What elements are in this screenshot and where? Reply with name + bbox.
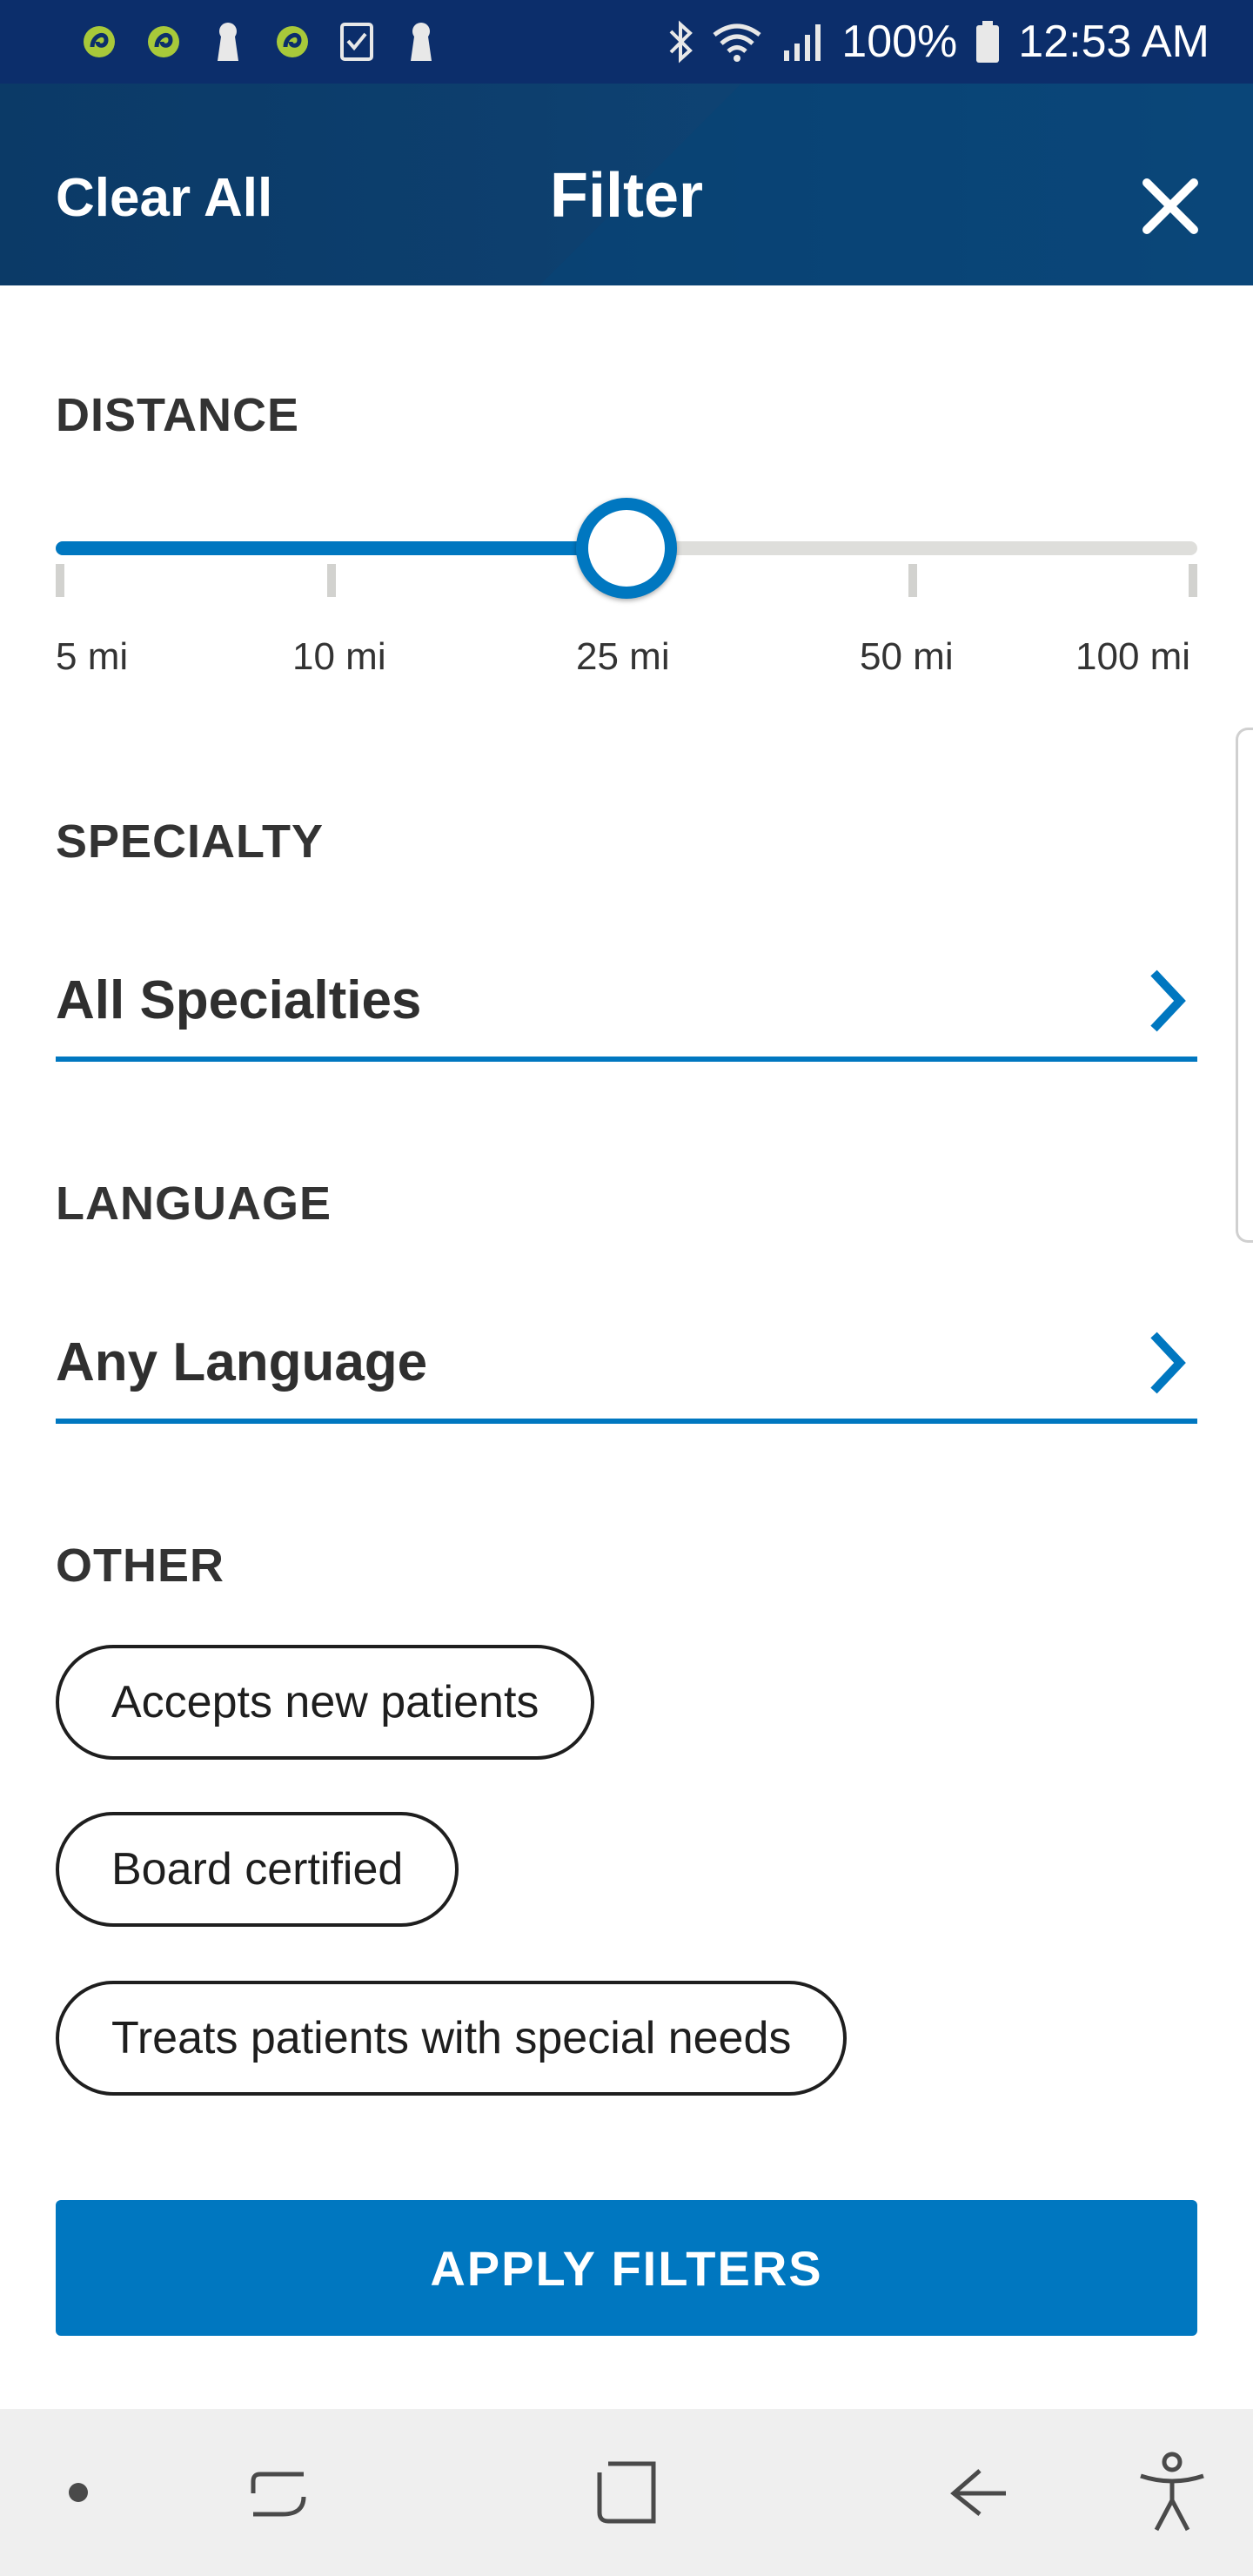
chevron-right-icon <box>1150 969 1186 1032</box>
battery-icon <box>975 19 1001 64</box>
slider-tick <box>56 564 64 597</box>
slider-tick <box>908 564 917 597</box>
accessibility-icon[interactable] <box>1124 2409 1220 2576</box>
close-button[interactable] <box>1131 167 1209 245</box>
slider-tick <box>1189 564 1197 597</box>
chip-special-needs[interactable]: Treats patients with special needs <box>56 1981 848 2096</box>
slider-option-25mi[interactable]: 25 mi <box>576 635 670 679</box>
home-icon[interactable] <box>583 2409 670 2576</box>
chip-accepts-new-patients[interactable]: Accepts new patients <box>56 1645 595 1760</box>
language-value: Any Language <box>56 1332 428 1392</box>
distance-slider[interactable]: 5 mi 10 mi 25 mi 50 mi 100 mi <box>56 498 1197 678</box>
slider-option-50mi[interactable]: 50 mi <box>860 635 954 679</box>
slider-fill <box>56 541 626 555</box>
recent-apps-icon[interactable] <box>235 2409 322 2576</box>
system-nav-bar <box>0 2409 1253 2576</box>
keyhole-icon <box>209 19 247 64</box>
chevron-right-icon <box>1150 1332 1186 1394</box>
checklist-icon <box>338 19 376 64</box>
wifi-icon <box>711 21 763 63</box>
app-notification-icon <box>273 19 312 64</box>
system-status: 100% 12:53 AM <box>667 12 1209 71</box>
bluetooth-icon <box>667 19 694 64</box>
chip-board-certified[interactable]: Board certified <box>56 1812 459 1927</box>
back-icon[interactable] <box>935 2409 1022 2576</box>
header-bar: Clear All Filter <box>0 84 1253 285</box>
other-label: OTHER <box>56 1540 224 1592</box>
app-notification-icon <box>80 19 118 64</box>
specialty-value: All Specialties <box>56 970 422 1030</box>
clear-all-button[interactable]: Clear All <box>56 167 272 229</box>
slider-option-100mi[interactable]: 100 mi <box>1075 635 1190 679</box>
scroll-indicator[interactable] <box>1236 728 1253 1243</box>
language-selector[interactable]: Any Language <box>56 1319 1197 1424</box>
keyhole-icon <box>402 19 440 64</box>
close-icon <box>1142 178 1198 234</box>
specialty-label: SPECIALTY <box>56 815 325 868</box>
app-notification-icon <box>144 19 183 64</box>
battery-percent: 100% <box>841 17 958 67</box>
filter-screen: 100% 12:53 AM Clear All Filter DISTANCE … <box>0 0 1253 2576</box>
notification-icons <box>80 16 440 68</box>
slider-tick <box>327 564 336 597</box>
slider-option-5mi[interactable]: 5 mi <box>56 635 128 679</box>
signal-icon <box>781 21 824 63</box>
dot-icon[interactable] <box>52 2409 104 2576</box>
slider-thumb[interactable] <box>576 498 677 599</box>
distance-label: DISTANCE <box>56 389 300 441</box>
clock: 12:53 AM <box>1018 17 1209 67</box>
specialty-selector[interactable]: All Specialties <box>56 957 1197 1062</box>
apply-filters-button[interactable]: APPLY FILTERS <box>56 2200 1197 2336</box>
language-label: LANGUAGE <box>56 1177 332 1230</box>
slider-option-10mi[interactable]: 10 mi <box>292 635 386 679</box>
status-bar: 100% 12:53 AM <box>0 0 1253 84</box>
